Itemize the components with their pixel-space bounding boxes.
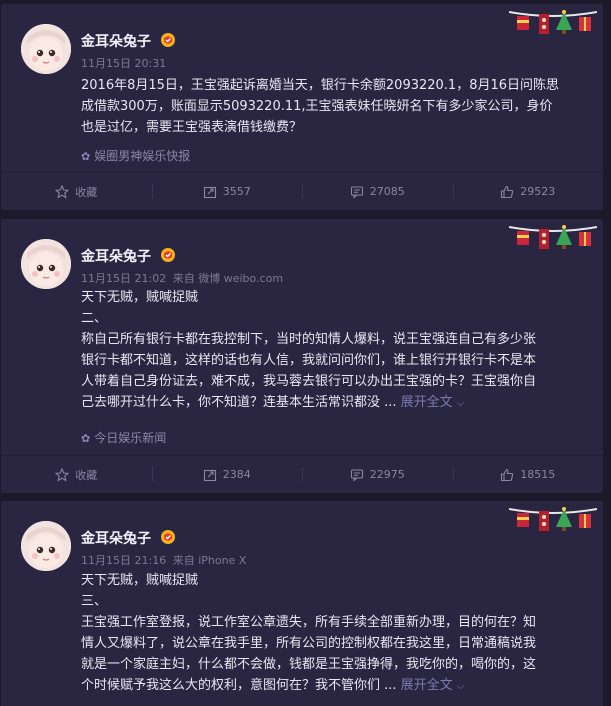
post-meta: 11月15日 21:02 来自 微博 weibo.com bbox=[81, 270, 283, 286]
post-content: 2016年8月15日，王宝强起诉离婚当天，银行卡余额2093220.1，8月16… bbox=[81, 75, 577, 138]
post-time[interactable]: 11月15日 21:16 bbox=[81, 554, 166, 567]
author-name-text[interactable]: 金耳朵兔子 bbox=[81, 249, 151, 265]
comment-button[interactable]: 27085 bbox=[302, 173, 453, 210]
comment-icon bbox=[350, 185, 363, 199]
weibo-post: 金耳朵兔子 11月15日 21:16 来自 iPhone X 天下无贼，贼喊捉贼… bbox=[1, 501, 603, 706]
post-topic-tag[interactable]: ✿ 今日娱乐新闻 bbox=[81, 429, 166, 446]
post-source[interactable]: 微博 weibo.com bbox=[198, 272, 283, 285]
source-prefix: 来自 bbox=[172, 272, 195, 285]
expand-label[interactable]: 展开全文 bbox=[401, 395, 453, 410]
author-name-text[interactable]: 金耳朵兔子 bbox=[81, 34, 151, 50]
topic-label[interactable]: 娱圈男神娱乐快报 bbox=[94, 149, 190, 163]
expand-label[interactable]: 展开全文 bbox=[401, 678, 453, 693]
action-bar: 收藏 2384 22975 18515 bbox=[1, 456, 603, 493]
avatar[interactable] bbox=[21, 521, 71, 571]
content-line: 个时候赋予我这么大的权利，意图何在？我不管你们 ... bbox=[81, 678, 397, 693]
like-count: 29523 bbox=[520, 185, 556, 198]
repost-count: 2384 bbox=[222, 468, 251, 481]
favorite-button[interactable]: 收藏 bbox=[1, 456, 152, 493]
content-line: 2016年8月15日，王宝强起诉离婚当天，银行卡余额2093220.1，8月16… bbox=[81, 78, 560, 93]
like-count: 18515 bbox=[520, 468, 556, 481]
chevron-down-icon: ⌵ bbox=[456, 398, 465, 409]
avatar[interactable] bbox=[21, 24, 71, 74]
star-icon bbox=[55, 184, 70, 199]
avatar[interactable] bbox=[21, 239, 71, 289]
post-content: 天下无贼，贼喊捉贼 二、 称自己所有银行卡都在我控制下，当时的知情人爆料，说王宝… bbox=[81, 287, 577, 414]
like-icon bbox=[501, 468, 514, 481]
content-line-last: 个时候赋予我这么大的权利，意图何在？我不管你们 ... 展开全文 ⌵ bbox=[81, 675, 577, 697]
christmas-decoration bbox=[509, 507, 597, 531]
post-time[interactable]: 11月15日 20:31 bbox=[81, 57, 166, 70]
content-line: 情人又爆料了，说公章在我手里，所有公司的控制权都在我这里，日常通稿说我 bbox=[81, 636, 537, 651]
like-button[interactable]: 29523 bbox=[452, 173, 604, 210]
repost-icon bbox=[203, 469, 216, 481]
content-line: 成借款300万，账面显示5093220.11,王宝强表妹任晓妍名下有多少家公司，… bbox=[81, 99, 553, 114]
content-line: 就是一个家庭主妇，什么都不会做，钱都是王宝强挣得，我吃你的，喝你的，这 bbox=[81, 657, 537, 672]
post-meta: 11月15日 20:31 bbox=[81, 55, 166, 71]
author-name[interactable]: 金耳朵兔子 bbox=[81, 246, 176, 266]
christmas-decoration bbox=[509, 10, 597, 34]
repost-button[interactable]: 3557 bbox=[151, 173, 303, 210]
star-icon bbox=[55, 467, 70, 482]
expand-full-text-link[interactable]: 展开全文 ⌵ bbox=[401, 678, 465, 693]
author-name-text[interactable]: 金耳朵兔子 bbox=[81, 531, 151, 547]
content-line: 银行卡都不知道，这样的话也有人信，我就问问你们，谁上银行开银行卡不是本 bbox=[81, 353, 537, 368]
verified-badge-icon bbox=[160, 33, 175, 47]
chevron-down-icon: ⌵ bbox=[456, 681, 465, 692]
favorite-button[interactable]: 收藏 bbox=[1, 173, 152, 210]
post-source[interactable]: iPhone X bbox=[198, 554, 246, 567]
content-line: 称自己所有银行卡都在我控制下，当时的知情人爆料，说王宝强连自己有多少张 bbox=[81, 332, 537, 347]
like-icon bbox=[501, 185, 514, 198]
topic-flower-icon: ✿ bbox=[81, 432, 91, 445]
comment-button[interactable]: 22975 bbox=[302, 456, 453, 493]
post-meta: 11月15日 21:16 来自 iPhone X bbox=[81, 552, 246, 568]
content-line-last: 己去哪开过什么卡，你不知道？连基本生活常识都没 ... 展开全文 ⌵ bbox=[81, 392, 577, 414]
repost-count: 3557 bbox=[222, 185, 251, 198]
topic-flower-icon: ✿ bbox=[81, 150, 91, 163]
comment-count: 27085 bbox=[369, 185, 405, 198]
post-content: 天下无贼，贼喊捉贼 三、 王宝强工作室登报，说工作室公章遗失，所有手续全部重新办… bbox=[81, 570, 577, 697]
verified-badge-icon bbox=[160, 530, 175, 544]
favorite-label: 收藏 bbox=[75, 468, 98, 482]
post-topic-tag[interactable]: ✿ 娱圈男神娱乐快报 bbox=[81, 147, 190, 164]
like-button[interactable]: 18515 bbox=[452, 456, 604, 493]
content-line: 天下无贼，贼喊捉贼 bbox=[81, 290, 199, 305]
content-line: 也是过亿，需要王宝强表演借钱缴费？ bbox=[81, 120, 303, 135]
author-name[interactable]: 金耳朵兔子 bbox=[81, 528, 176, 548]
content-line: 王宝强工作室登报，说工作室公章遗失，所有手续全部重新办理，目的何在？知 bbox=[81, 615, 537, 630]
post-time[interactable]: 11月15日 21:02 bbox=[81, 272, 166, 285]
source-prefix: 来自 bbox=[172, 554, 195, 567]
expand-full-text-link[interactable]: 展开全文 ⌵ bbox=[401, 395, 465, 410]
content-line: 己去哪开过什么卡，你不知道？连基本生活常识都没 ... bbox=[81, 395, 397, 410]
weibo-post: 金耳朵兔子 11月15日 21:02 来自 微博 weibo.com 天下无贼，… bbox=[1, 219, 603, 493]
action-bar: 收藏 3557 27085 29523 bbox=[1, 173, 603, 210]
comment-icon bbox=[350, 468, 363, 482]
weibo-post: 金耳朵兔子 11月15日 20:31 2016年8月15日，王宝强起诉离婚当天，… bbox=[1, 4, 603, 210]
content-line: 二、 bbox=[81, 311, 108, 326]
author-name[interactable]: 金耳朵兔子 bbox=[81, 31, 176, 51]
christmas-decoration bbox=[509, 225, 597, 249]
content-line: 天下无贼，贼喊捉贼 bbox=[81, 573, 199, 588]
weibo-feed: 金耳朵兔子 11月15日 20:31 2016年8月15日，王宝强起诉离婚当天，… bbox=[0, 0, 611, 706]
favorite-label: 收藏 bbox=[75, 185, 98, 199]
content-line: 人带着自己身份证去，难不成，我马蓉去银行可以办出王宝强的卡？王宝强你自 bbox=[81, 374, 537, 389]
comment-count: 22975 bbox=[369, 468, 405, 481]
verified-badge-icon bbox=[160, 248, 175, 262]
content-line: 三、 bbox=[81, 594, 108, 609]
repost-icon bbox=[203, 186, 216, 198]
repost-button[interactable]: 2384 bbox=[151, 456, 303, 493]
topic-label[interactable]: 今日娱乐新闻 bbox=[94, 431, 166, 445]
